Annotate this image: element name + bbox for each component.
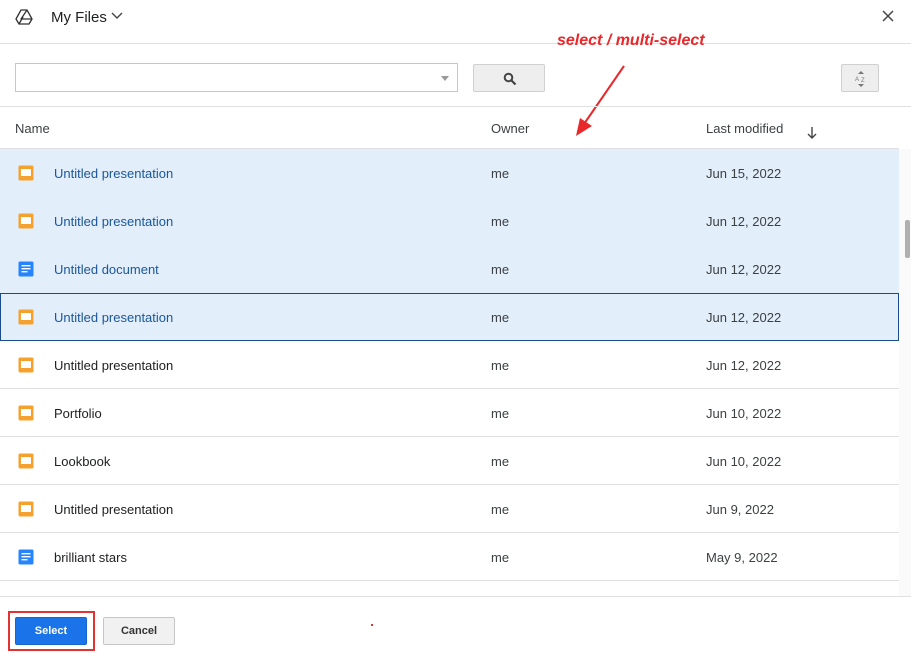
file-name: Untitled presentation <box>54 310 174 325</box>
file-modified-date: Jun 15, 2022 <box>706 166 782 181</box>
select-button[interactable]: Select <box>15 617 87 645</box>
chevron-down-icon[interactable] <box>111 12 123 20</box>
file-owner: me <box>491 454 510 469</box>
page-title[interactable]: My Files <box>51 9 107 26</box>
search-icon <box>503 72 517 86</box>
slides-file-icon <box>18 165 34 181</box>
column-header-name[interactable]: Name <box>15 121 50 136</box>
scrollbar-thumb[interactable] <box>905 220 910 258</box>
file-name: Portfolio <box>54 406 102 421</box>
docs-file-icon <box>18 549 34 565</box>
search-button[interactable] <box>473 64 545 92</box>
file-owner: me <box>491 406 510 421</box>
file-name: Untitled presentation <box>54 166 174 181</box>
search-box[interactable] <box>15 63 458 92</box>
file-name: Untitled presentation <box>54 214 174 229</box>
docs-file-icon <box>18 261 34 277</box>
file-modified-date: Jun 9, 2022 <box>706 502 774 517</box>
table-row[interactable]: Untitled presentation me Jun 15, 2022 <box>0 149 899 197</box>
dialog-header: My Files <box>0 0 911 44</box>
table-row[interactable]: Untitled presentation me Jun 12, 2022 <box>0 341 899 389</box>
slides-file-icon <box>18 501 34 517</box>
file-modified-date: Jun 12, 2022 <box>706 310 782 325</box>
slides-file-icon <box>18 405 34 421</box>
close-icon[interactable] <box>881 9 895 23</box>
table-row[interactable]: Lookbook me Jun 10, 2022 <box>0 437 899 485</box>
file-name: brilliant stars <box>54 550 127 565</box>
file-name: Lookbook <box>54 454 111 469</box>
file-modified-date: Jun 12, 2022 <box>706 214 782 229</box>
column-header-last-modified[interactable]: Last modified <box>706 121 783 136</box>
file-modified-date: Jun 10, 2022 <box>706 454 782 469</box>
arrow-down-icon[interactable] <box>806 126 818 140</box>
file-owner: me <box>491 166 510 181</box>
file-owner: me <box>491 550 510 565</box>
svg-text:A: A <box>855 77 859 83</box>
drive-logo-icon <box>15 9 33 25</box>
search-input[interactable] <box>16 64 457 91</box>
slides-file-icon <box>18 213 34 229</box>
column-header-row: Name Owner Last modified <box>0 107 899 149</box>
toolbar: A Z <box>0 45 911 107</box>
file-owner: me <box>491 358 510 373</box>
file-modified-date: Jun 10, 2022 <box>706 406 782 421</box>
file-modified-date: Jun 12, 2022 <box>706 262 782 277</box>
sort-az-icon: A Z <box>855 71 865 87</box>
file-owner: me <box>491 214 510 229</box>
column-header-owner[interactable]: Owner <box>491 121 529 136</box>
file-list: Untitled presentation me Jun 15, 2022 Untit… <box>0 149 899 581</box>
file-owner: me <box>491 310 510 325</box>
file-modified-date: Jun 12, 2022 <box>706 358 782 373</box>
slides-file-icon <box>18 453 34 469</box>
scrollbar-track[interactable] <box>899 149 911 596</box>
table-row[interactable]: Portfolio me Jun 10, 2022 <box>0 389 899 437</box>
svg-text:Z: Z <box>861 78 865 84</box>
table-row[interactable]: brilliant stars me May 9, 2022 <box>0 533 899 581</box>
table-row[interactable]: Untitled document me Jun 12, 2022 <box>0 245 899 293</box>
file-owner: me <box>491 262 510 277</box>
file-modified-date: May 9, 2022 <box>706 550 778 565</box>
file-name: Untitled presentation <box>54 502 174 517</box>
table-row[interactable]: Untitled presentation me Jun 12, 2022 <box>0 293 899 341</box>
slides-file-icon <box>18 357 34 373</box>
search-dropdown-icon[interactable] <box>441 76 449 81</box>
file-name: Untitled document <box>54 262 159 277</box>
sort-button[interactable]: A Z <box>841 64 879 92</box>
slides-file-icon <box>18 309 34 325</box>
cancel-button[interactable]: Cancel <box>103 617 175 645</box>
table-row[interactable]: Untitled presentation me Jun 9, 2022 <box>0 485 899 533</box>
file-name: Untitled presentation <box>54 358 174 373</box>
file-owner: me <box>491 502 510 517</box>
table-row[interactable]: Untitled presentation me Jun 12, 2022 <box>0 197 899 245</box>
annotation-dot <box>371 624 373 626</box>
